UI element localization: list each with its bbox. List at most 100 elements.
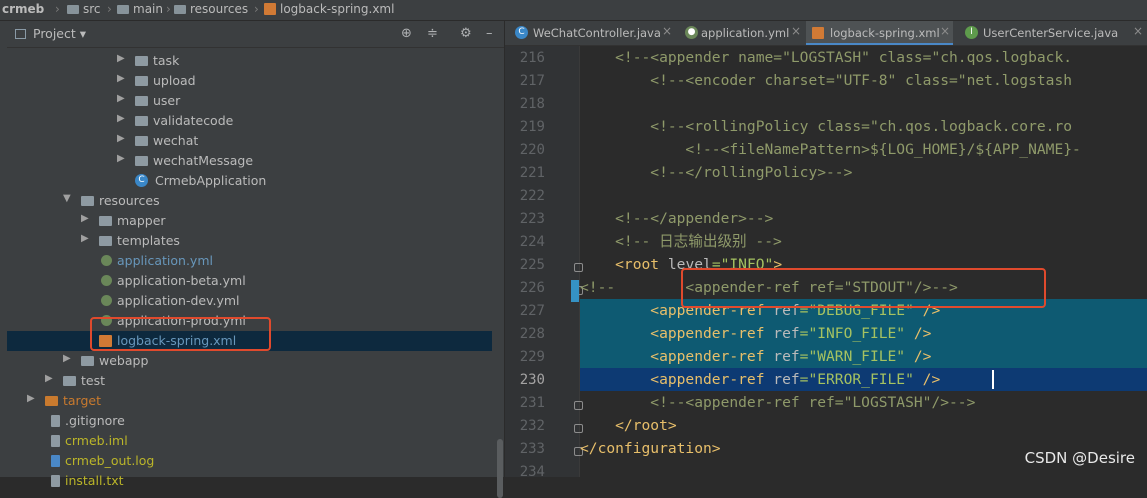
tab-usercenterservice[interactable]: I UserCenterService.java × bbox=[955, 21, 1147, 45]
expand-arrow-icon[interactable]: ▶ bbox=[117, 153, 125, 164]
line-number: 221 bbox=[519, 165, 545, 181]
breadcrumb-file[interactable]: logback-spring.xml bbox=[264, 2, 394, 18]
tree-item[interactable]: ▶ user bbox=[7, 91, 492, 111]
tree-item[interactable]: ▶ upload bbox=[7, 71, 492, 91]
code-line[interactable] bbox=[580, 184, 1147, 207]
vcs-change-marker[interactable] bbox=[571, 280, 579, 302]
code-line[interactable]: <!--<appender name="LOGSTASH" class="ch.… bbox=[580, 46, 1147, 69]
tree-item-label: user bbox=[153, 93, 181, 108]
code-token: /> bbox=[913, 371, 941, 388]
log-file-icon bbox=[51, 455, 60, 467]
code-token: <!--<appender-ref ref="LOGSTASH"/>--> bbox=[580, 394, 976, 411]
code-token: <appender-ref bbox=[580, 348, 774, 365]
tree-item-label: crmeb.iml bbox=[65, 433, 128, 448]
folder-icon bbox=[135, 96, 148, 106]
tree-item[interactable]: crmeb.iml bbox=[7, 431, 492, 451]
collapse-all-icon[interactable]: ≑ bbox=[427, 26, 438, 41]
tree-item[interactable]: crmeb_out.log bbox=[7, 451, 492, 471]
code-line[interactable]: <appender-ref ref="WARN_FILE" /> bbox=[580, 345, 1147, 368]
code-token: <appender-ref bbox=[580, 325, 774, 342]
code-line[interactable]: <appender-ref ref="ERROR_FILE" /> bbox=[580, 368, 1147, 391]
tree-item[interactable]: application-beta.yml bbox=[7, 271, 492, 291]
file-icon bbox=[51, 435, 60, 447]
expand-arrow-icon[interactable]: ▶ bbox=[63, 353, 71, 364]
tree-item-label: application-dev.yml bbox=[117, 293, 240, 308]
expand-arrow-icon[interactable]: ▶ bbox=[117, 73, 125, 84]
close-icon[interactable]: × bbox=[791, 24, 801, 38]
tree-item[interactable]: install.txt bbox=[7, 471, 492, 491]
folder-icon bbox=[63, 376, 76, 386]
expand-arrow-icon[interactable]: ▶ bbox=[117, 113, 125, 124]
tree-item[interactable]: application.yml bbox=[7, 251, 492, 271]
code-line[interactable]: <!-- 日志输出级别 --> bbox=[580, 230, 1147, 253]
folder-icon bbox=[81, 356, 94, 366]
code-line[interactable]: <appender-ref ref="INFO_FILE" /> bbox=[580, 322, 1147, 345]
tree-item[interactable]: ▶ templates bbox=[7, 231, 492, 251]
expand-arrow-icon[interactable]: ▶ bbox=[81, 213, 89, 224]
code-editor[interactable]: <!--<appender name="LOGSTASH" class="ch.… bbox=[580, 46, 1147, 477]
line-number: 231 bbox=[519, 395, 545, 411]
project-scrollbar[interactable] bbox=[497, 439, 503, 498]
tree-item[interactable]: C CrmebApplication bbox=[7, 171, 492, 191]
tab-wechatcontroller[interactable]: C WeChatController.java × bbox=[505, 21, 675, 45]
tree-item-label: upload bbox=[153, 73, 196, 88]
hide-icon[interactable]: – bbox=[486, 26, 493, 41]
breadcrumb-resources[interactable]: resources bbox=[174, 2, 248, 18]
expand-arrow-open-icon[interactable]: ▼ bbox=[63, 193, 71, 204]
close-icon[interactable]: × bbox=[662, 24, 672, 38]
line-number: 232 bbox=[519, 418, 545, 434]
tree-item[interactable]: ▶ mapper bbox=[7, 211, 492, 231]
expand-arrow-icon[interactable]: ▶ bbox=[81, 233, 89, 244]
breadcrumb-project[interactable]: crmeb bbox=[2, 2, 44, 18]
folder-icon bbox=[174, 5, 186, 14]
expand-arrow-icon[interactable]: ▶ bbox=[27, 393, 35, 404]
breadcrumb-main[interactable]: main bbox=[117, 2, 163, 18]
code-line[interactable]: </root> bbox=[580, 414, 1147, 437]
project-view-selector[interactable]: Project ▾ bbox=[33, 26, 86, 41]
tree-item[interactable]: .gitignore bbox=[7, 411, 492, 431]
line-number: 229 bbox=[519, 349, 545, 365]
code-token: <!--</rollingPolicy>--> bbox=[580, 164, 853, 181]
file-icon bbox=[51, 415, 60, 427]
tree-item[interactable]: ▼ resources bbox=[7, 191, 492, 211]
tab-logback-spring[interactable]: logback-spring.xml × bbox=[806, 21, 953, 45]
code-token: <!--</appender>--> bbox=[580, 210, 774, 227]
code-token: <!--<encoder charset="UTF-8" class="net.… bbox=[580, 72, 1073, 89]
tree-item[interactable]: ▶ test bbox=[7, 371, 492, 391]
breadcrumb-separator: › bbox=[55, 2, 60, 16]
code-line[interactable] bbox=[580, 92, 1147, 115]
expand-arrow-icon[interactable]: ▶ bbox=[45, 373, 53, 384]
code-line[interactable]: <!--<rollingPolicy class="ch.qos.logback… bbox=[580, 115, 1147, 138]
tree-item[interactable]: application-dev.yml bbox=[7, 291, 492, 311]
code-line[interactable]: <!--<encoder charset="UTF-8" class="net.… bbox=[580, 69, 1147, 92]
tree-item-label: mapper bbox=[117, 213, 166, 228]
expand-arrow-icon[interactable]: ▶ bbox=[117, 133, 125, 144]
text-caret bbox=[992, 370, 994, 389]
locate-icon[interactable]: ⊕ bbox=[401, 26, 412, 41]
tree-item[interactable]: ▶ webapp bbox=[7, 351, 492, 371]
annotation-box-file bbox=[90, 317, 271, 351]
close-icon[interactable]: × bbox=[1133, 24, 1143, 38]
tab-application-yml[interactable]: ● application.yml × bbox=[677, 21, 805, 45]
code-line[interactable]: <!--<appender-ref ref="LOGSTASH"/>--> bbox=[580, 391, 1147, 414]
tree-item-label: resources bbox=[99, 193, 160, 208]
expand-arrow-icon[interactable]: ▶ bbox=[117, 93, 125, 104]
tree-item[interactable]: ▶ wechatMessage bbox=[7, 151, 492, 171]
code-token: ref bbox=[773, 371, 800, 388]
tree-item-label: .gitignore bbox=[65, 413, 125, 428]
code-line[interactable]: <!--</appender>--> bbox=[580, 207, 1147, 230]
folder-icon bbox=[135, 56, 148, 66]
folder-icon bbox=[99, 236, 112, 246]
expand-arrow-icon[interactable]: ▶ bbox=[117, 53, 125, 64]
tree-item[interactable]: ▶ wechat bbox=[7, 131, 492, 151]
breadcrumb-src[interactable]: src bbox=[67, 2, 101, 18]
close-icon[interactable]: × bbox=[940, 24, 950, 38]
code-line[interactable]: <!--</rollingPolicy>--> bbox=[580, 161, 1147, 184]
gear-icon[interactable]: ⚙ bbox=[460, 26, 472, 41]
code-line[interactable]: <!--<fileNamePattern>${LOG_HOME}/${APP_N… bbox=[580, 138, 1147, 161]
code-token: /> bbox=[905, 348, 932, 365]
tree-item[interactable]: ▶ task bbox=[7, 51, 492, 71]
tree-item[interactable]: ▶ target bbox=[7, 391, 492, 411]
tree-item[interactable]: ▶ validatecode bbox=[7, 111, 492, 131]
code-token: <!--<fileNamePattern>${LOG_HOME}/${APP_N… bbox=[580, 141, 1081, 158]
